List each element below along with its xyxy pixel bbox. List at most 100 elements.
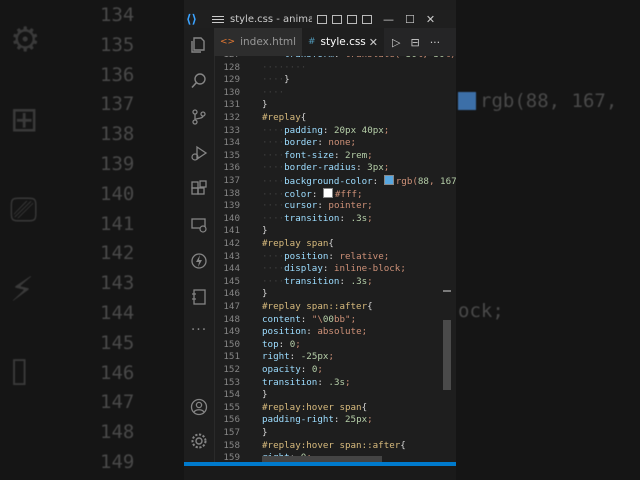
backdrop-icon: ⚙: [10, 20, 41, 60]
run-icon[interactable]: ▷: [392, 36, 400, 49]
code-line[interactable]: 130 ····: [214, 87, 456, 99]
code-line[interactable]: 132 #replay{: [214, 112, 456, 124]
line-number: 137: [223, 175, 240, 186]
code-line[interactable]: 144 ····display: inline-block;: [214, 263, 456, 275]
minimize-button[interactable]: —: [383, 13, 394, 26]
backdrop-line-number: 138: [100, 123, 135, 146]
split-editor-icon[interactable]: ⊟: [410, 36, 419, 49]
code-line[interactable]: 135 ····font-size: 2rem;: [214, 150, 456, 162]
code-text: }: [262, 225, 268, 237]
code-line[interactable]: 142 #replay span{: [214, 238, 456, 250]
remote-explorer-icon[interactable]: [189, 216, 209, 236]
code-line[interactable]: 148 content: "\00bb";: [214, 314, 456, 326]
code-text: ····transition: .3s;: [262, 275, 373, 287]
color-swatch[interactable]: [383, 175, 394, 185]
maximize-button[interactable]: ☐: [405, 13, 415, 26]
vertical-scrollbar[interactable]: [443, 320, 451, 390]
code-line[interactable]: 143 ····position: relative;: [214, 251, 456, 263]
code-line[interactable]: 133 ····padding: 20px 40px;: [214, 125, 456, 137]
line-number: 148: [223, 313, 240, 325]
close-window-button[interactable]: ✕: [426, 13, 435, 26]
backdrop-line-number: 147: [100, 391, 135, 414]
code-line[interactable]: 138 ····color: #fff;: [214, 187, 456, 200]
code-line[interactable]: 149 position: absolute;: [214, 326, 456, 338]
toggle-secondary-sidebar-icon[interactable]: [347, 14, 357, 24]
line-number: 133: [223, 124, 240, 136]
tab-index-html[interactable]: <> index.html: [214, 28, 302, 56]
code-line[interactable]: 158 #replay:hover span::after{: [214, 440, 456, 452]
code-line[interactable]: 151 right: -25px;: [214, 351, 456, 363]
backdrop-icon: ⊞: [10, 100, 39, 140]
line-number: 146: [223, 288, 240, 300]
color-swatch[interactable]: [322, 187, 333, 198]
close-tab-icon[interactable]: ✕: [369, 36, 378, 49]
toggle-primary-sidebar-icon[interactable]: [317, 14, 327, 24]
backdrop-icon: ⎚: [10, 190, 38, 230]
toggle-panel-icon[interactable]: [332, 14, 342, 24]
code-line[interactable]: 131}: [214, 99, 456, 111]
code-line[interactable]: 153 transition: .3s;: [214, 377, 456, 389]
code-text: }: [262, 288, 268, 300]
line-number: 157: [223, 427, 240, 438]
code-editor[interactable]: 127 ····transform: translate(-50%, 50%) s…: [214, 56, 456, 466]
line-number: 134: [223, 137, 240, 149]
editor-tabs: <> index.html # style.css ✕ ▷ ⊟ ···: [214, 28, 456, 56]
testing-icon[interactable]: [189, 252, 209, 272]
line-number: 143: [223, 250, 240, 262]
line-number: 151: [223, 351, 240, 363]
code-text: ····color: #fff;: [262, 187, 363, 200]
code-text: content: "\00bb";: [262, 313, 357, 325]
code-line[interactable]: 157}: [214, 427, 456, 439]
window-title: style.css - animate...: [230, 13, 312, 25]
search-icon[interactable]: [189, 72, 209, 92]
line-number: 131: [223, 99, 240, 111]
line-number: 142: [223, 238, 240, 249]
more-actions-icon[interactable]: ···: [430, 36, 441, 49]
code-line[interactable]: 146}: [214, 288, 456, 300]
code-text: ····: [262, 86, 285, 98]
account-icon[interactable]: [189, 398, 209, 418]
code-line[interactable]: 134 ····border: none;: [214, 137, 456, 149]
extensions-icon[interactable]: [189, 180, 209, 200]
code-text: #replay:hover span{: [262, 401, 368, 413]
code-line[interactable]: 147 #replay span::after{: [214, 301, 456, 313]
code-line[interactable]: 127 ····transform: translate(-50%, 50%) s: [214, 56, 456, 61]
code-line[interactable]: 154}: [214, 389, 456, 401]
status-bar: [184, 462, 456, 466]
code-line[interactable]: 129 ····}: [214, 74, 456, 86]
explorer-icon[interactable]: [189, 36, 209, 56]
backdrop-line-number: 139: [100, 153, 135, 175]
source-control-icon[interactable]: [189, 108, 209, 128]
line-number: 155: [223, 401, 240, 413]
code-line[interactable]: 137 ····background-color: rgb(88, 167,: [214, 175, 456, 187]
backdrop-line-number: 143: [100, 272, 135, 295]
line-number: 147: [223, 301, 240, 312]
tab-style-css[interactable]: # style.css ✕: [302, 28, 384, 56]
code-line[interactable]: 155 #replay:hover span{: [214, 402, 456, 414]
code-text: #replay span{: [262, 238, 334, 249]
line-number: 152: [223, 364, 240, 375]
code-line[interactable]: 150 top: 0;: [214, 339, 456, 351]
backdrop-line-number: 140: [100, 182, 135, 205]
code-line[interactable]: 145 ····transition: .3s;: [214, 276, 456, 288]
more-icon[interactable]: ···: [189, 320, 209, 340]
code-line[interactable]: 140 ····transition: .3s;: [214, 213, 456, 225]
line-number: 135: [223, 149, 240, 161]
customize-layout-icon[interactable]: [362, 14, 372, 24]
code-line[interactable]: 128 ········: [214, 62, 456, 74]
line-number: 132: [223, 112, 240, 123]
code-text: ········: [262, 61, 307, 73]
code-text: ····border-radius: 3px;: [262, 162, 390, 174]
code-line[interactable]: 136 ····border-radius: 3px;: [214, 162, 456, 174]
css-file-icon: #: [308, 37, 316, 47]
settings-gear-icon[interactable]: [189, 432, 209, 452]
backdrop-line-number: 135: [100, 33, 135, 56]
code-line[interactable]: 139 ····cursor: pointer;: [214, 200, 456, 212]
code-line[interactable]: 156 padding-right: 25px;: [214, 414, 456, 426]
code-line[interactable]: 141}: [214, 225, 456, 237]
run-debug-icon[interactable]: [189, 144, 209, 164]
notebook-icon[interactable]: [189, 288, 209, 308]
hamburger-menu-icon[interactable]: [212, 14, 224, 25]
code-text: ····cursor: pointer;: [262, 200, 373, 212]
code-line[interactable]: 152 opacity: 0;: [214, 364, 456, 376]
